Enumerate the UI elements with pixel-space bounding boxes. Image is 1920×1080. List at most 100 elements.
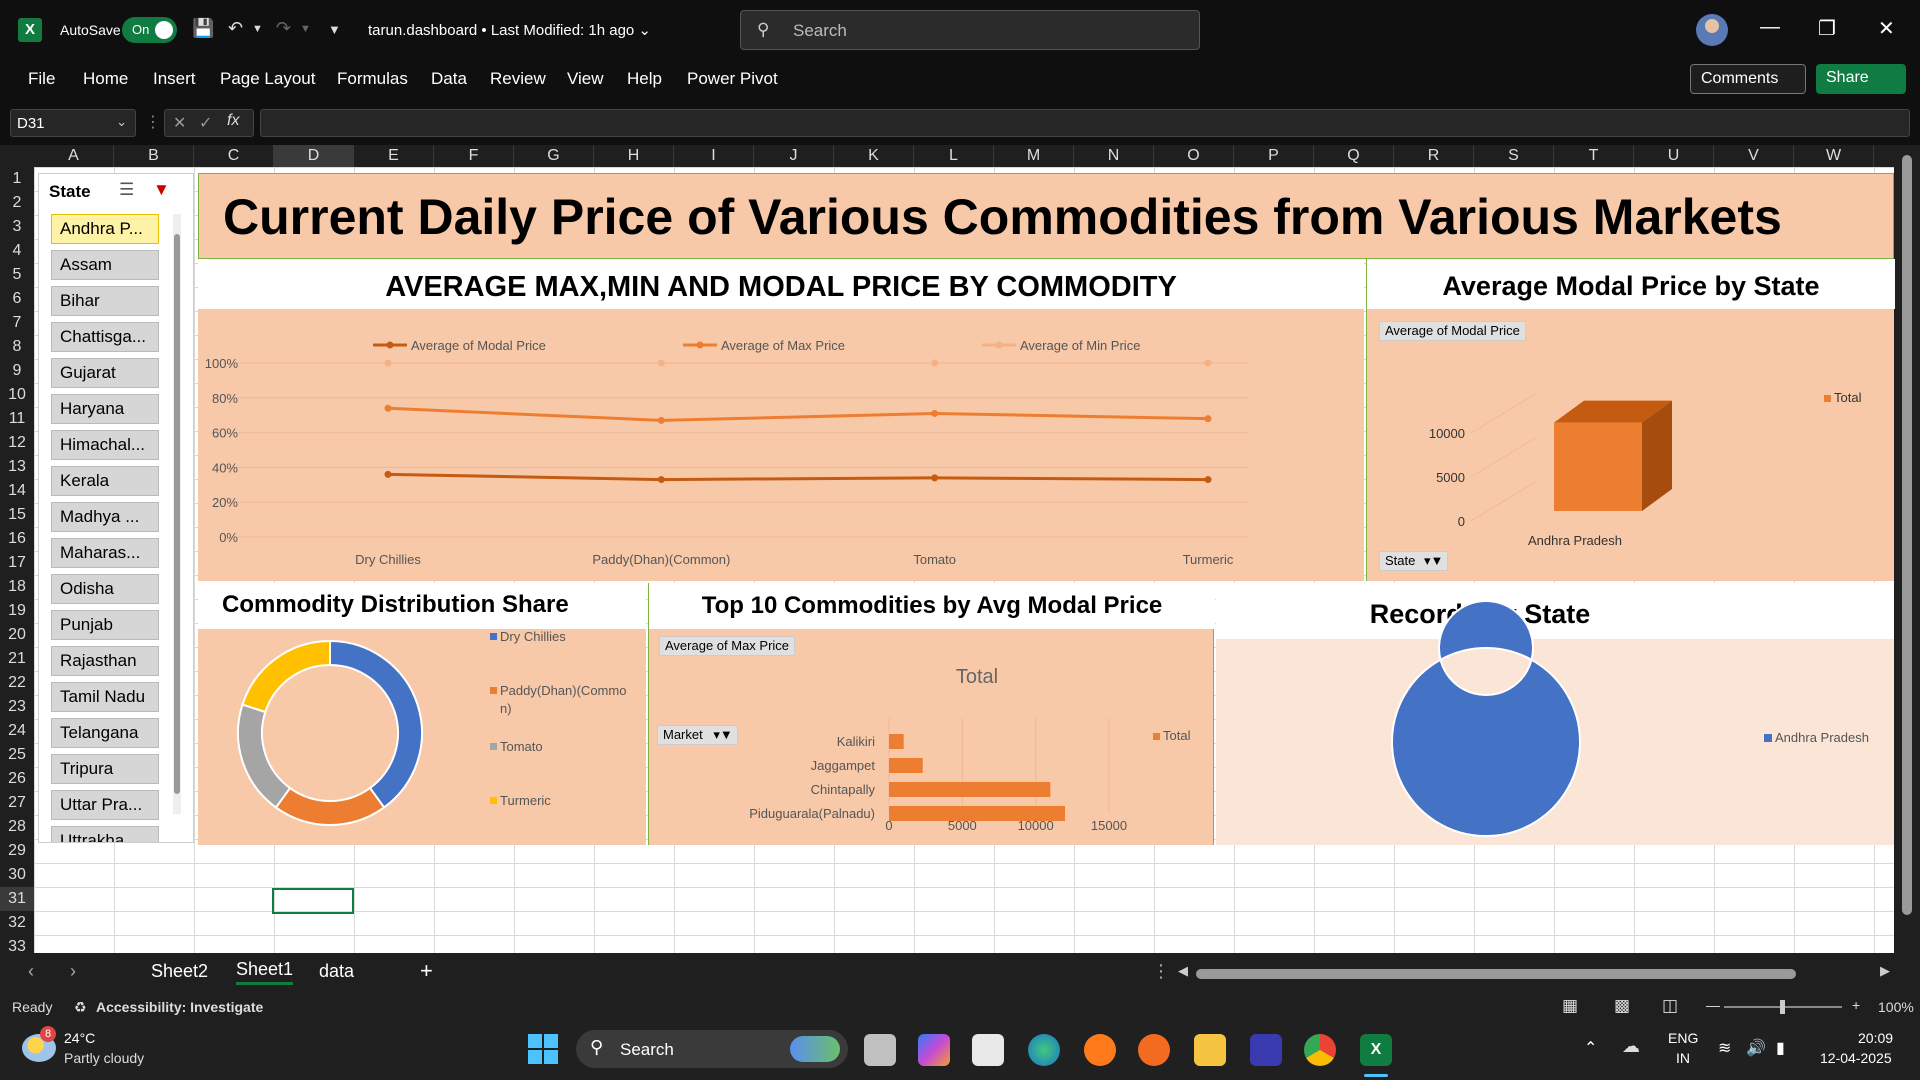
close-icon[interactable]: ✕ bbox=[1878, 16, 1895, 41]
normal-view-icon[interactable]: ▦ bbox=[1562, 996, 1578, 1016]
column-header-V[interactable]: V bbox=[1714, 145, 1794, 167]
row-header-16[interactable]: 16 bbox=[0, 527, 34, 551]
row-header-7[interactable]: 7 bbox=[0, 311, 34, 335]
row-header-5[interactable]: 5 bbox=[0, 263, 34, 287]
column-header-P[interactable]: P bbox=[1234, 145, 1314, 167]
row-header-10[interactable]: 10 bbox=[0, 383, 34, 407]
formula-input[interactable] bbox=[260, 109, 1910, 137]
row-header-8[interactable]: 8 bbox=[0, 335, 34, 359]
tab-sheet1[interactable]: Sheet1 bbox=[236, 959, 294, 985]
row-header-29[interactable]: 29 bbox=[0, 839, 34, 863]
copilot-icon[interactable] bbox=[918, 1034, 950, 1066]
redo-icon[interactable]: ↷ bbox=[276, 18, 291, 39]
orange-app-icon[interactable] bbox=[1138, 1034, 1170, 1066]
row-header-30[interactable]: 30 bbox=[0, 863, 34, 887]
column-header-W[interactable]: W bbox=[1794, 145, 1874, 167]
multi-select-icon[interactable]: ☰ bbox=[119, 180, 134, 200]
redo-dropdown-icon[interactable]: ▼ bbox=[300, 23, 311, 35]
slicer-item[interactable]: Uttrakha... bbox=[51, 826, 159, 842]
minimize-icon[interactable]: — bbox=[1760, 16, 1780, 39]
cancel-icon[interactable]: ✕ bbox=[173, 113, 186, 133]
clear-filter-icon[interactable]: ▼ bbox=[153, 180, 170, 200]
slicer-item[interactable]: Andhra P... bbox=[51, 214, 159, 244]
store-icon[interactable] bbox=[972, 1034, 1004, 1066]
column-header-M[interactable]: M bbox=[994, 145, 1074, 167]
share-button[interactable]: Share bbox=[1816, 64, 1906, 94]
slicer-item[interactable]: Tripura bbox=[51, 754, 159, 784]
row-header-19[interactable]: 19 bbox=[0, 599, 34, 623]
add-sheet-icon[interactable]: + bbox=[420, 958, 433, 984]
clock-time[interactable]: 20:09 bbox=[1858, 1030, 1893, 1046]
taskbar-search[interactable]: ⚲ Search bbox=[576, 1030, 848, 1068]
column-header-O[interactable]: O bbox=[1154, 145, 1234, 167]
slicer-item[interactable]: Punjab bbox=[51, 610, 159, 640]
column-header-Q[interactable]: Q bbox=[1314, 145, 1394, 167]
prev-sheet-icon[interactable]: ‹ bbox=[28, 961, 34, 982]
clock-date[interactable]: 12-04-2025 bbox=[1820, 1050, 1892, 1066]
slicer-item[interactable]: Assam bbox=[51, 250, 159, 280]
slicer-item[interactable]: Kerala bbox=[51, 466, 159, 496]
row-header-17[interactable]: 17 bbox=[0, 551, 34, 575]
undo-dropdown-icon[interactable]: ▼ bbox=[252, 23, 263, 35]
column-header-N[interactable]: N bbox=[1074, 145, 1154, 167]
slicer-item[interactable]: Chattisga... bbox=[51, 322, 159, 352]
row-header-12[interactable]: 12 bbox=[0, 431, 34, 455]
page-layout-view-icon[interactable]: ▩ bbox=[1614, 996, 1630, 1016]
slicer-item[interactable]: Madhya ... bbox=[51, 502, 159, 532]
eclipse-icon[interactable] bbox=[1250, 1034, 1282, 1066]
save-icon[interactable]: 💾 bbox=[192, 18, 214, 39]
row-header-32[interactable]: 32 bbox=[0, 911, 34, 935]
slicer-item[interactable]: Odisha bbox=[51, 574, 159, 604]
document-title[interactable]: tarun.dashboard • Last Modified: 1h ago … bbox=[368, 21, 651, 39]
menu-help[interactable]: Help bbox=[627, 69, 662, 89]
menu-formulas[interactable]: Formulas bbox=[337, 69, 408, 89]
scroll-right-icon[interactable]: ▶ bbox=[1880, 963, 1890, 979]
slicer-item[interactable]: Gujarat bbox=[51, 358, 159, 388]
menu-power-pivot[interactable]: Power Pivot bbox=[687, 69, 778, 89]
column-header-D[interactable]: D bbox=[274, 145, 354, 167]
row-header-28[interactable]: 28 bbox=[0, 815, 34, 839]
zoom-slider-thumb[interactable] bbox=[1780, 1000, 1785, 1014]
brave-app-icon[interactable] bbox=[1084, 1034, 1116, 1066]
slicer-item[interactable]: Maharas... bbox=[51, 538, 159, 568]
row-header-11[interactable]: 11 bbox=[0, 407, 34, 431]
menu-page-layout[interactable]: Page Layout bbox=[220, 69, 315, 89]
tray-chevron-icon[interactable]: ⌃ bbox=[1584, 1038, 1597, 1058]
more-options-icon[interactable]: ⋮ bbox=[145, 112, 161, 132]
state-bar-chart-panel[interactable]: Average Modal Price by State Average of … bbox=[1366, 259, 1895, 581]
onedrive-icon[interactable]: ☁ bbox=[1622, 1036, 1640, 1057]
column-header-U[interactable]: U bbox=[1634, 145, 1714, 167]
autosave-toggle[interactable]: On bbox=[122, 17, 177, 43]
excel-taskbar-icon[interactable]: X bbox=[1360, 1034, 1392, 1066]
row-header-13[interactable]: 13 bbox=[0, 455, 34, 479]
restore-icon[interactable]: ❐ bbox=[1818, 16, 1836, 41]
volume-icon[interactable]: 🔊 bbox=[1746, 1038, 1766, 1058]
next-sheet-icon[interactable]: › bbox=[70, 961, 76, 982]
row-header-18[interactable]: 18 bbox=[0, 575, 34, 599]
wifi-icon[interactable]: ≋ bbox=[1718, 1038, 1731, 1058]
column-header-R[interactable]: R bbox=[1394, 145, 1474, 167]
battery-icon[interactable]: ▮ bbox=[1776, 1038, 1785, 1058]
row-header-3[interactable]: 3 bbox=[0, 215, 34, 239]
row-header-21[interactable]: 21 bbox=[0, 647, 34, 671]
column-header-A[interactable]: A bbox=[34, 145, 114, 167]
top-commodities-chart-panel[interactable]: Top 10 Commodities by Avg Modal Price Av… bbox=[648, 583, 1215, 845]
enter-icon[interactable]: ✓ bbox=[199, 113, 212, 133]
lang-line2[interactable]: IN bbox=[1676, 1050, 1690, 1066]
row-header-23[interactable]: 23 bbox=[0, 695, 34, 719]
start-icon[interactable] bbox=[528, 1034, 558, 1064]
column-header-J[interactable]: J bbox=[754, 145, 834, 167]
row-header-2[interactable]: 2 bbox=[0, 191, 34, 215]
column-header-C[interactable]: C bbox=[194, 145, 274, 167]
file-explorer-icon[interactable] bbox=[1194, 1034, 1226, 1066]
name-box[interactable]: D31 ⌄ bbox=[10, 109, 136, 137]
slicer-item[interactable]: Tamil Nadu bbox=[51, 682, 159, 712]
page-break-view-icon[interactable]: ◫ bbox=[1662, 996, 1678, 1016]
slicer-scrollbar[interactable] bbox=[173, 214, 181, 814]
menu-file[interactable]: File bbox=[28, 69, 55, 89]
slicer-item[interactable]: Rajasthan bbox=[51, 646, 159, 676]
menu-insert[interactable]: Insert bbox=[153, 69, 196, 89]
undo-icon[interactable]: ↶ bbox=[228, 18, 243, 39]
row-header-25[interactable]: 25 bbox=[0, 743, 34, 767]
tab-data[interactable]: data bbox=[319, 961, 354, 982]
